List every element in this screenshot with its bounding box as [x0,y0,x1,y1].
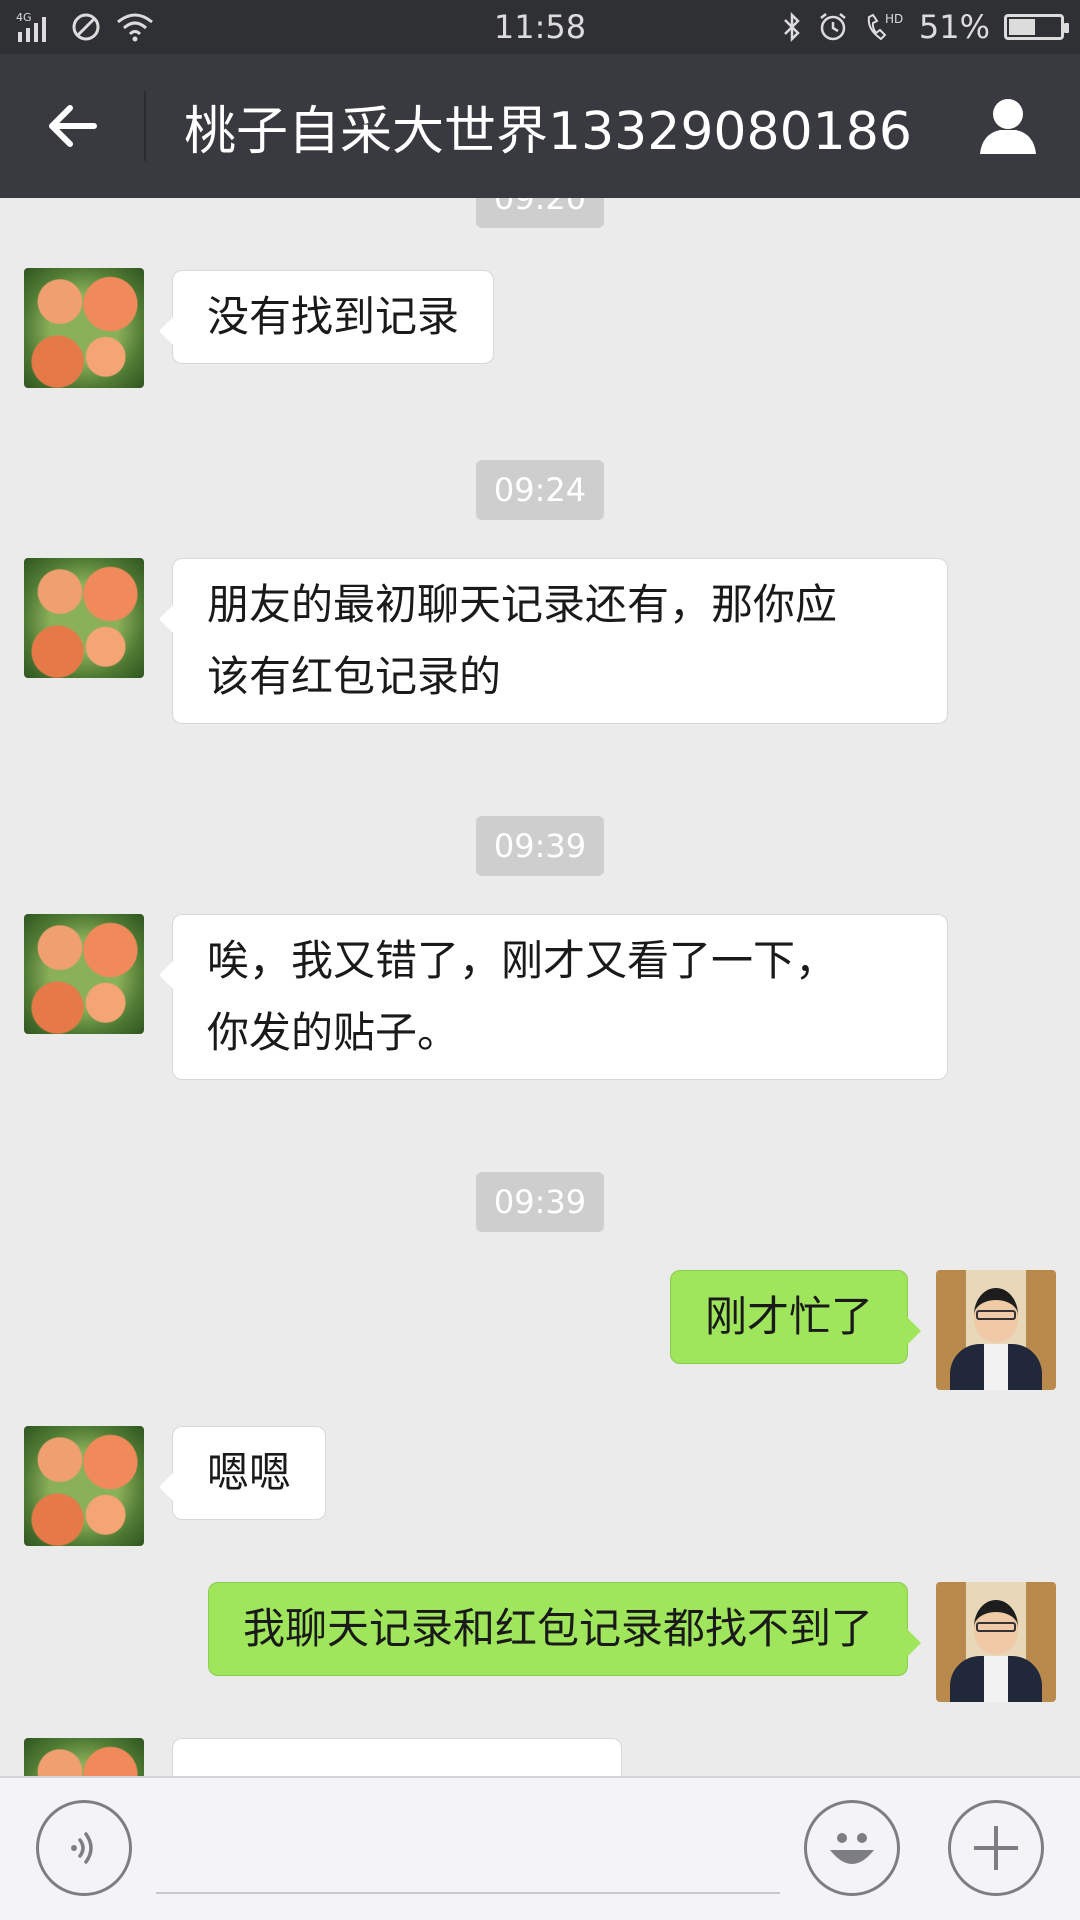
message-text: 我聊天记录和红包记录都找不到了 [242,1604,873,1653]
voice-button[interactable] [36,1800,132,1896]
message-bubble-received[interactable]: 朋友的最初聊天记录还有，那你应 该有红包记录的 [159,558,948,724]
message-text-line: 朋友的最初聊天记录还有，那你应 [207,580,838,629]
chat-message-list[interactable]: 09:20 没有找到记录 09:24 朋友的最初聊天记录还有，那你应 该有红包记… [0,198,1080,1776]
timestamp: 09:39 [476,816,604,876]
input-bar [0,1776,1080,1920]
message-text: 嗯嗯 [207,1448,292,1497]
status-bar: 4G 11:58 HD 51% [0,0,1080,54]
back-button[interactable] [0,54,144,198]
plus-icon [974,1826,1018,1870]
emoji-icon [830,1833,874,1864]
message-text-line: 该有红包记录的 [207,652,502,701]
chat-title: 桃子自采大世界13329080186 [184,101,912,162]
title-bar: 桃子自采大世界13329080186 [0,54,1080,198]
message-text-line: 唉，我又错了，刚才又看了一下， [207,936,838,985]
battery-icon [1004,14,1069,40]
emoji-button[interactable] [804,1800,900,1896]
my-avatar[interactable] [936,1582,1056,1702]
more-button[interactable] [948,1800,1044,1896]
contact-avatar[interactable] [24,914,144,1034]
message-bubble-sent[interactable]: 刚才忙了 [669,1270,922,1364]
timestamp: 09:20 [476,198,604,228]
message-bubble-received[interactable]: 嗯嗯 [158,1426,327,1520]
message-text: 刚才忙了 [704,1292,873,1341]
contact-avatar[interactable] [24,268,144,388]
message-bubble-received[interactable] [172,1738,622,1776]
message-bubble-received[interactable]: 唉，我又错了，刚才又看了一下， 你发的贴子。 [159,914,948,1080]
contact-avatar[interactable] [24,1426,144,1546]
status-time: 11:58 [493,8,587,46]
message-bubble-sent[interactable]: 我聊天记录和红包记录都找不到了 [207,1582,922,1676]
message-bubble-received[interactable]: 没有找到记录 [158,270,495,364]
voice-icon [71,1832,93,1864]
contact-avatar[interactable] [24,1738,144,1776]
chat-info-button[interactable] [936,54,1080,198]
person-icon [980,99,1036,154]
message-text: 没有找到记录 [207,292,460,341]
battery-fill [1009,19,1035,35]
message-input[interactable] [156,1798,780,1894]
timestamp: 09:39 [476,1172,604,1232]
my-avatar[interactable] [936,1270,1056,1390]
timestamp: 09:24 [476,460,604,520]
contact-avatar[interactable] [24,558,144,678]
message-text-line: 你发的贴子。 [207,1008,460,1057]
arrow-left-icon [49,105,97,147]
